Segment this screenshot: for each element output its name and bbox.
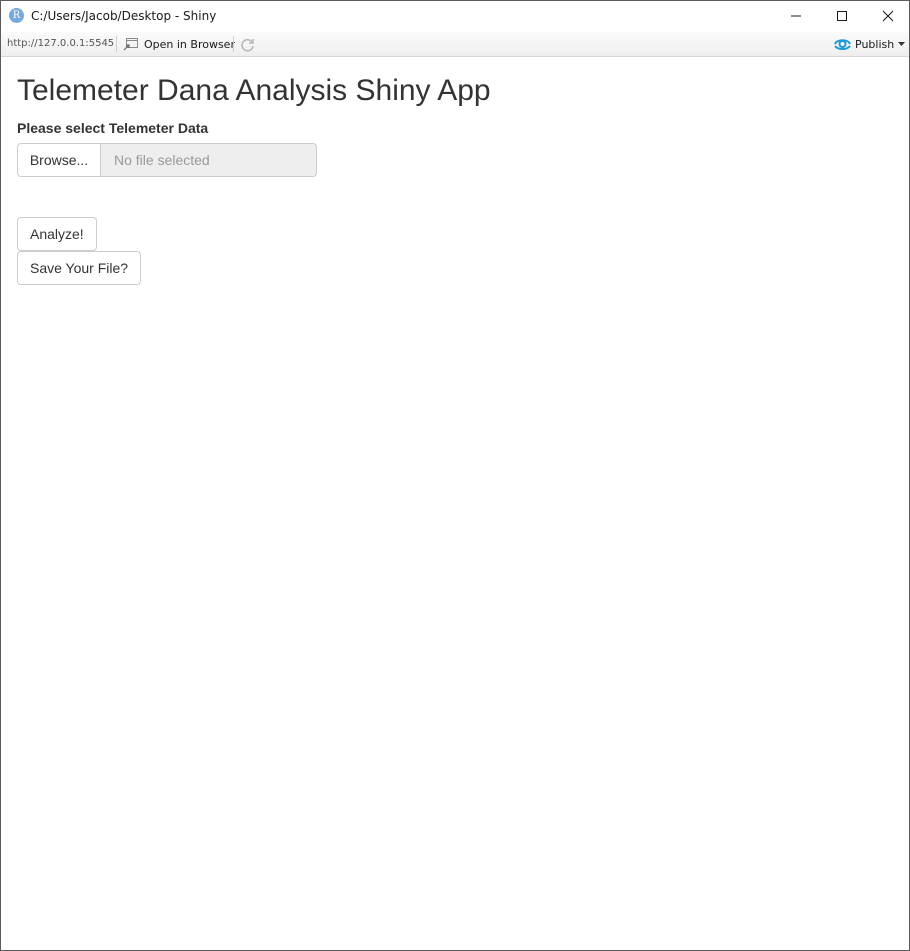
refresh-button[interactable] [240, 37, 256, 53]
selected-file-field[interactable]: No file selected [101, 143, 317, 177]
toolbar-divider [233, 36, 234, 52]
minimize-button[interactable] [773, 1, 819, 31]
r-logo-icon: R [9, 8, 24, 23]
url-label[interactable]: http://127.0.0.1:5545 [7, 38, 114, 49]
save-file-button[interactable]: Save Your File? [17, 251, 142, 285]
viewer-toolbar: http://127.0.0.1:5545 Open in Browser Pu… [1, 32, 909, 57]
publish-button[interactable]: Publish [834, 36, 906, 52]
window-title: C:/Users/Jacob/Desktop - Shiny [31, 9, 217, 23]
publish-label: Publish [855, 38, 895, 51]
minimize-icon [791, 15, 801, 17]
rstudio-viewer-window: R C:/Users/Jacob/Desktop - Shiny http://… [0, 0, 910, 951]
publish-icon [834, 39, 851, 50]
close-icon [882, 10, 894, 22]
close-button[interactable] [865, 1, 909, 31]
open-in-browser-label: Open in Browser [144, 38, 235, 51]
toolbar-divider [116, 36, 117, 52]
analyze-button[interactable]: Analyze! [17, 217, 97, 251]
file-input-group: Browse... No file selected [17, 143, 317, 177]
file-input-label: Please select Telemeter Data [17, 120, 209, 136]
refresh-icon [241, 38, 254, 52]
maximize-button[interactable] [819, 1, 865, 31]
open-in-browser-icon [123, 38, 138, 51]
chevron-down-icon[interactable] [898, 42, 905, 47]
title-bar: R C:/Users/Jacob/Desktop - Shiny [1, 1, 909, 31]
browse-button[interactable]: Browse... [17, 143, 101, 177]
maximize-icon [837, 11, 847, 21]
page-title: Telemeter Dana Analysis Shiny App [17, 74, 491, 107]
